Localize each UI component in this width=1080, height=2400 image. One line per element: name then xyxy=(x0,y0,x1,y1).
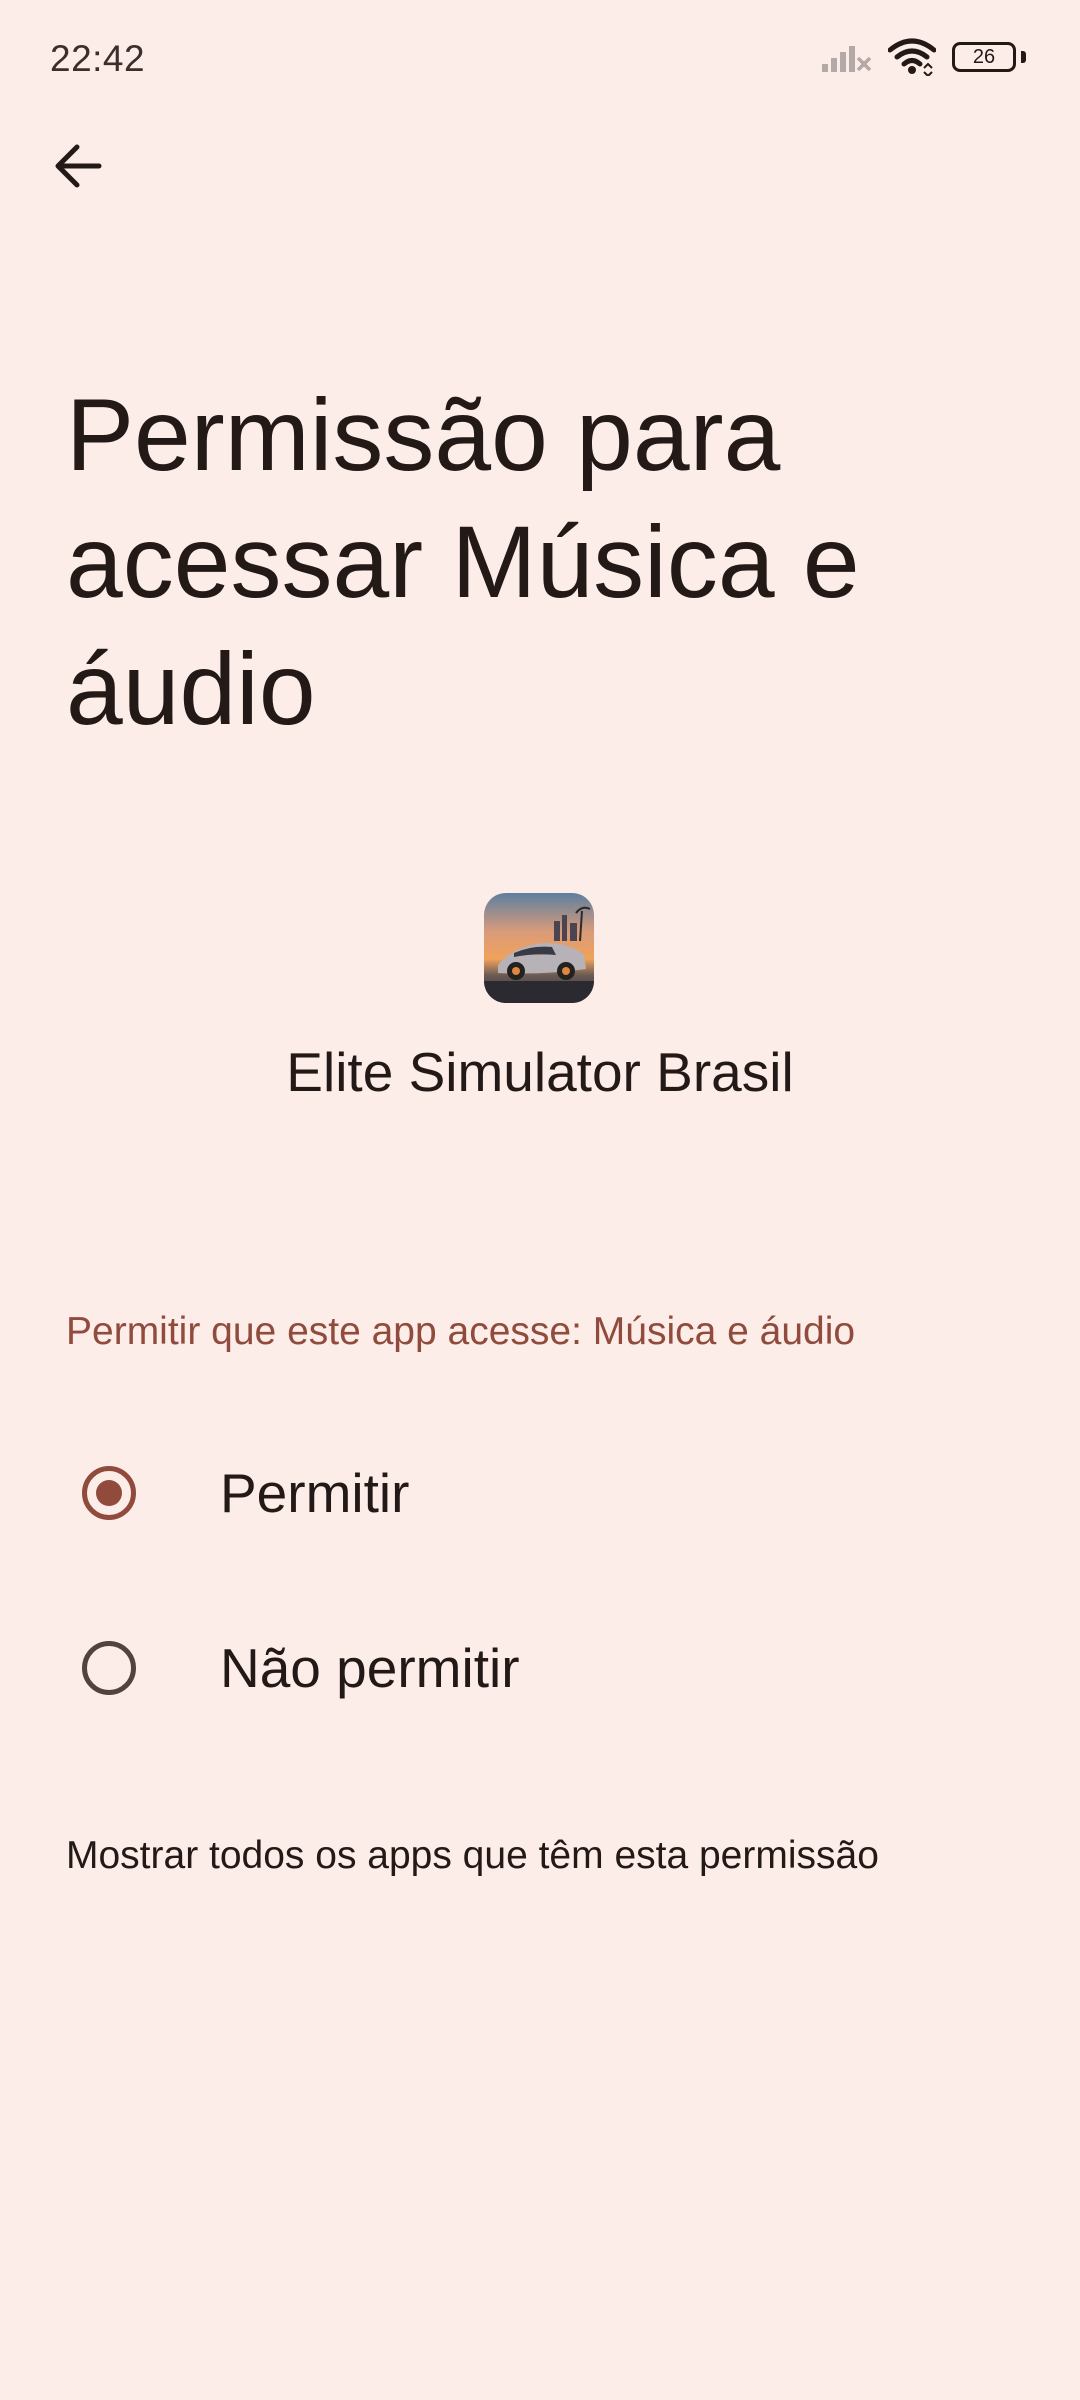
show-all-apps-link[interactable]: Mostrar todos os apps que têm esta permi… xyxy=(66,1834,879,1878)
app-name: Elite Simulator Brasil xyxy=(286,1041,794,1103)
deny-option[interactable]: Não permitir xyxy=(0,1588,1080,1748)
deny-option-label: Não permitir xyxy=(220,1637,520,1699)
back-button[interactable] xyxy=(40,130,116,206)
radio-button-checked[interactable] xyxy=(82,1466,136,1520)
arrow-left-icon xyxy=(53,143,103,194)
page-title: Permissão para acessar Música e áudio xyxy=(66,378,860,746)
allow-option[interactable]: Permitir xyxy=(0,1413,1080,1573)
allow-option-label: Permitir xyxy=(220,1462,410,1524)
status-bar: 22:42 26 xyxy=(0,0,1080,120)
battery-level: 26 xyxy=(972,46,996,68)
wifi-icon xyxy=(888,38,936,76)
status-icons: 26 xyxy=(820,38,1026,76)
signal-icon xyxy=(820,40,872,74)
permission-section-label: Permitir que este app acesse: Música e á… xyxy=(66,1310,856,1353)
status-time: 22:42 xyxy=(50,38,146,79)
radio-button-unchecked[interactable] xyxy=(82,1641,136,1695)
battery-icon: 26 xyxy=(952,42,1026,72)
app-icon xyxy=(484,893,594,1003)
